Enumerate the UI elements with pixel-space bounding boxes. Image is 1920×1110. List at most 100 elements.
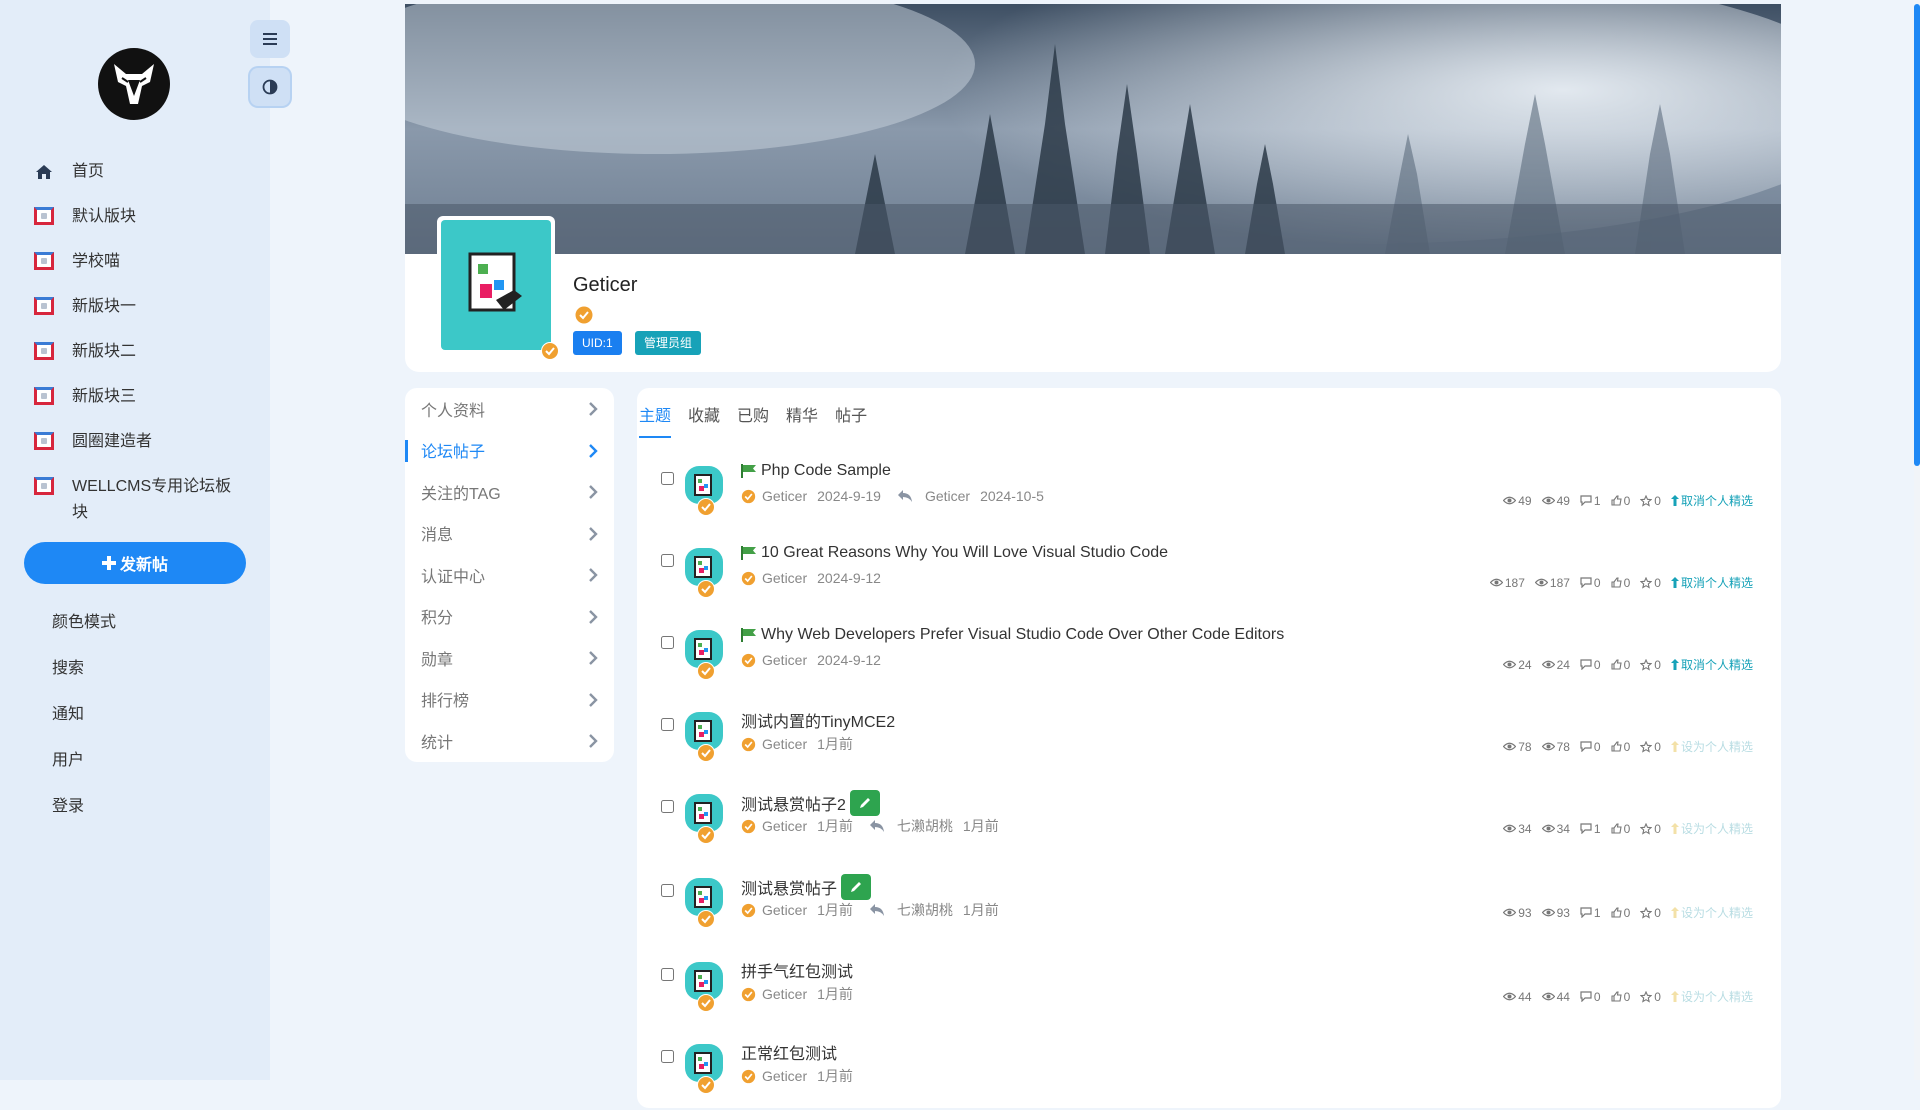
pick-toggle[interactable]: 设为个人精选 — [1670, 988, 1753, 1005]
hamburger-icon — [263, 33, 277, 45]
thread-author[interactable]: Geticer — [762, 902, 807, 918]
pick-toggle[interactable]: 设为个人精选 — [1670, 820, 1753, 837]
thread-select-checkbox[interactable] — [661, 554, 674, 567]
reply-user[interactable]: 七濑胡桃 — [897, 816, 953, 836]
site-logo[interactable] — [98, 48, 170, 120]
new-post-button[interactable]: 发新帖 — [24, 542, 246, 584]
pick-toggle[interactable]: 设为个人精选 — [1670, 904, 1753, 921]
menu-item-4[interactable]: 认证中心 — [405, 554, 614, 596]
menu-item-3[interactable]: 消息 — [405, 513, 614, 555]
thread-select-checkbox[interactable] — [661, 968, 674, 981]
reply-user[interactable]: Geticer — [925, 488, 970, 504]
scrollbar-thumb[interactable] — [1914, 4, 1920, 466]
sub-nav: 颜色模式 搜索 通知 用户 登录 — [52, 608, 116, 838]
profile-banner — [405, 4, 1781, 254]
nav-forum-6[interactable]: WELLCMS专用论坛板块 — [0, 465, 270, 535]
thread-title[interactable]: Php Code Sample — [761, 462, 891, 480]
verified-badge-icon — [697, 580, 715, 598]
thread-select-checkbox[interactable] — [661, 884, 674, 897]
stat-value: 49 — [1518, 493, 1532, 508]
nav-forum-0[interactable]: 默认版块 — [0, 195, 270, 240]
favorite-icon — [1640, 658, 1653, 671]
nav-color-mode[interactable]: 颜色模式 — [52, 608, 116, 654]
tab-2[interactable]: 已购 — [737, 402, 769, 438]
reply-icon — [869, 820, 884, 832]
thread-author[interactable]: Geticer — [762, 736, 807, 752]
menu-item-label: 勋章 — [421, 651, 454, 669]
pick-label: 设为个人精选 — [1680, 990, 1753, 1004]
pick-icon — [1670, 659, 1679, 670]
menu-item-2[interactable]: 关注的TAG — [405, 471, 614, 513]
pick-label: 取消个人精选 — [1680, 494, 1753, 508]
thread-select-checkbox[interactable] — [661, 800, 674, 813]
thread-select-checkbox[interactable] — [661, 718, 674, 731]
pick-toggle[interactable]: 取消个人精选 — [1670, 656, 1753, 673]
thread-select-checkbox[interactable] — [661, 472, 674, 485]
stat-views: 24 — [1503, 658, 1532, 672]
thread-author[interactable]: Geticer — [762, 986, 807, 1002]
nav-forum-1[interactable]: 学校喵 — [0, 240, 270, 285]
menu-toggle-button[interactable] — [250, 20, 290, 58]
thread-title[interactable]: 测试悬赏帖子2 — [741, 791, 846, 815]
stat-value: 0 — [1654, 493, 1661, 508]
views-icon — [1541, 824, 1555, 833]
new-post-label: 发新帖 — [119, 557, 168, 574]
nav-forum-3[interactable]: 新版块二 — [0, 330, 270, 375]
pick-toggle[interactable]: 取消个人精选 — [1670, 574, 1753, 591]
stat-likes: 0 — [1611, 658, 1630, 672]
menu-item-7[interactable]: 排行榜 — [405, 679, 614, 721]
reply-date: 2024-10-5 — [980, 488, 1044, 504]
menu-item-6[interactable]: 勋章 — [405, 637, 614, 679]
table-row: Why Web Developers Prefer Visual Studio … — [637, 616, 1781, 696]
thread-author[interactable]: Geticer — [762, 570, 807, 586]
menu-item-5[interactable]: 积分 — [405, 596, 614, 638]
nav-forum-2[interactable]: 新版块一 — [0, 285, 270, 330]
like-icon — [1611, 495, 1622, 506]
stat-comments: 1 — [1580, 822, 1601, 836]
comment-icon — [1580, 577, 1592, 588]
verified-badge-icon — [697, 910, 715, 928]
pick-toggle[interactable]: 取消个人精选 — [1670, 492, 1753, 509]
stat-value: 78 — [1518, 739, 1532, 754]
views-icon — [1503, 660, 1517, 669]
thread-title[interactable]: 正常红包测试 — [741, 1040, 837, 1064]
thread-author[interactable]: Geticer — [762, 488, 807, 504]
pick-icon — [1670, 741, 1679, 752]
thread-author[interactable]: Geticer — [762, 1068, 807, 1084]
nav-login[interactable]: 登录 — [52, 792, 116, 838]
thread-author[interactable]: Geticer — [762, 818, 807, 834]
reply-user[interactable]: 七濑胡桃 — [897, 900, 953, 920]
thread-select-checkbox[interactable] — [661, 1050, 674, 1063]
stat-views: 78 — [1541, 740, 1570, 754]
tab-4[interactable]: 帖子 — [835, 402, 867, 438]
tab-1[interactable]: 收藏 — [688, 402, 720, 438]
nav-users[interactable]: 用户 — [52, 746, 116, 792]
tab-0[interactable]: 主题 — [639, 402, 672, 438]
thread-title[interactable]: 10 Great Reasons Why You Will Love Visua… — [761, 544, 1168, 562]
thread-title[interactable]: 测试内置的TinyMCE2 — [741, 708, 895, 732]
nav-forum-4[interactable]: 新版块三 — [0, 375, 270, 420]
theme-toggle-button[interactable] — [250, 68, 290, 106]
nav-home[interactable]: 首页 — [0, 150, 270, 195]
nav-forum-label: 学校喵 — [72, 253, 121, 270]
pick-toggle[interactable]: 设为个人精选 — [1670, 738, 1753, 755]
stat-value: 34 — [1518, 821, 1532, 836]
menu-item-0[interactable]: 个人资料 — [405, 388, 614, 430]
forum-icon — [34, 297, 54, 315]
thread-meta: Geticer 1月前 七濑胡桃 1月前 — [741, 816, 1009, 836]
like-icon — [1611, 823, 1622, 834]
thread-title-line: 测试悬赏帖子2 — [741, 790, 880, 816]
profile-avatar[interactable] — [437, 216, 555, 354]
thread-title[interactable]: 拼手气红包测试 — [741, 958, 853, 982]
tab-3[interactable]: 精华 — [786, 402, 818, 438]
menu-item-8[interactable]: 统计 — [405, 720, 614, 762]
nav-search[interactable]: 搜索 — [52, 654, 116, 700]
thread-title[interactable]: Why Web Developers Prefer Visual Studio … — [761, 626, 1284, 644]
thread-select-checkbox[interactable] — [661, 636, 674, 649]
nav-notifications[interactable]: 通知 — [52, 700, 116, 746]
menu-item-1[interactable]: 论坛帖子 — [405, 430, 614, 472]
thread-author[interactable]: Geticer — [762, 652, 807, 668]
forum-icon — [34, 207, 54, 225]
thread-title[interactable]: 测试悬赏帖子 — [741, 875, 837, 899]
nav-forum-5[interactable]: 圆圈建造者 — [0, 420, 270, 465]
